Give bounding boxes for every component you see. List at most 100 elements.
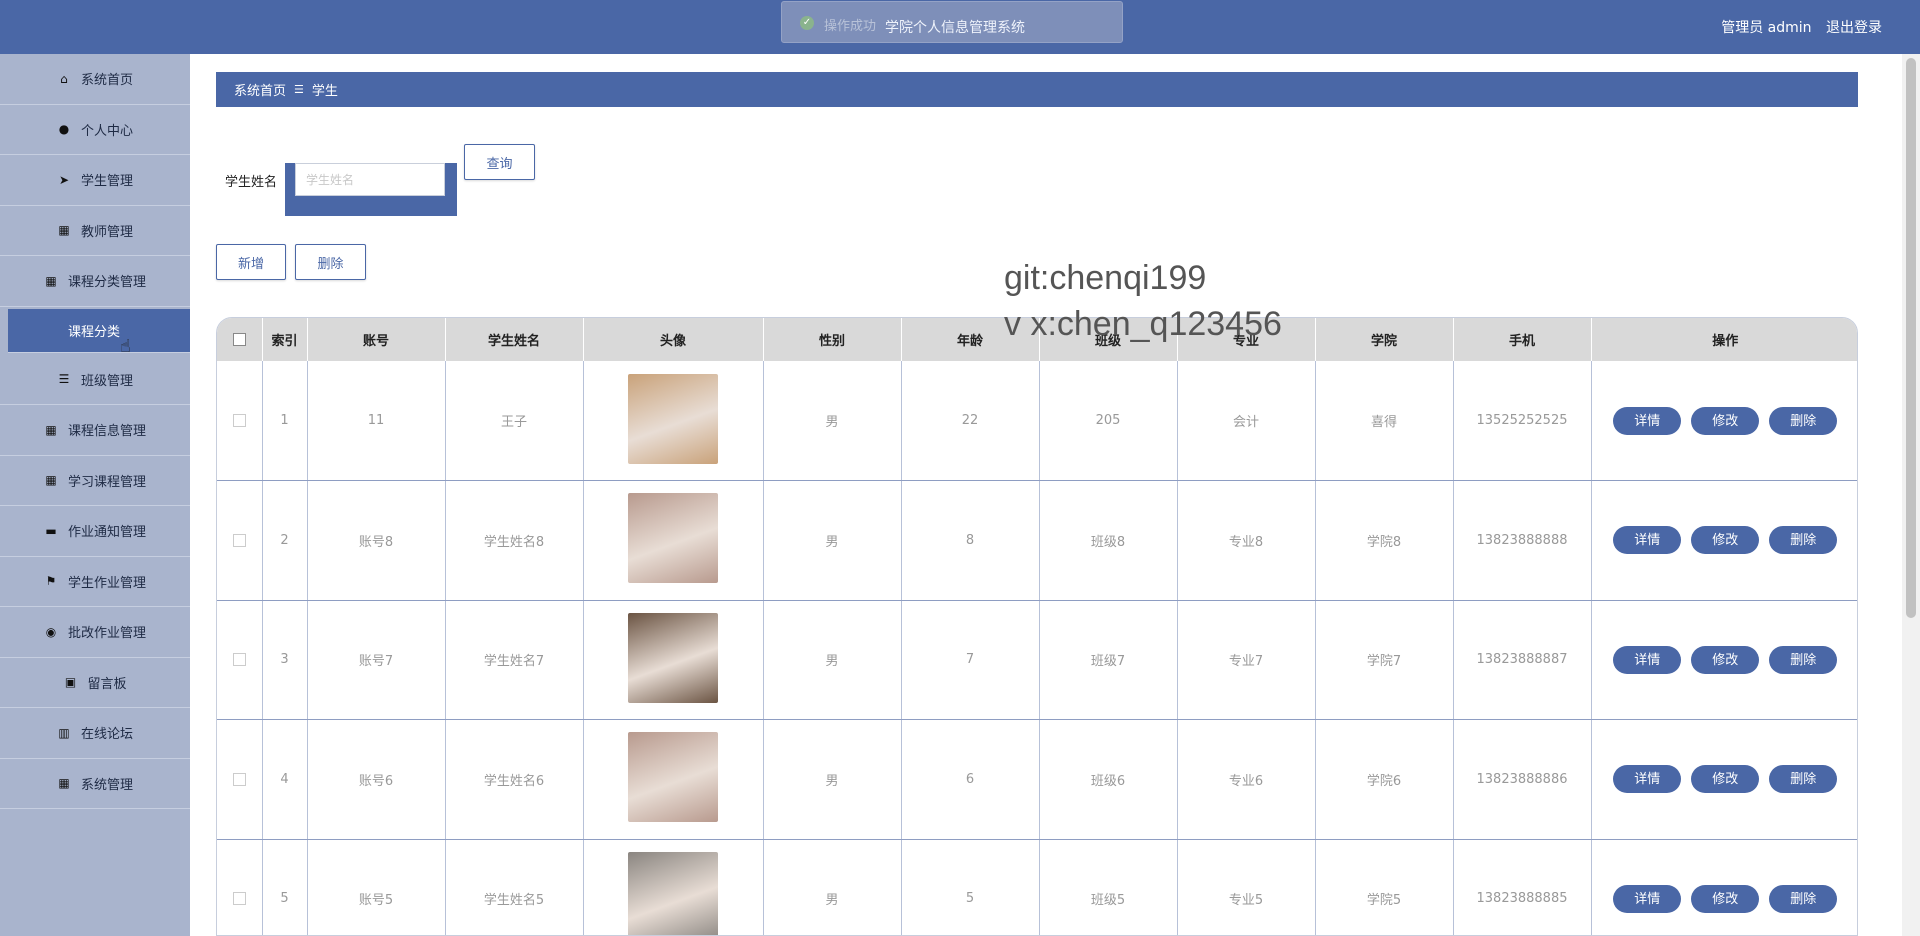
table-row: 5 账号5 学生姓名5 男 5 班级5 专业5 学院5 13823888885 详情 修改 删除 <box>217 839 1857 935</box>
cell-major: 专业7 <box>1177 600 1316 720</box>
avatar-cell <box>583 600 764 720</box>
sidebar-item-label: 课程信息管理 <box>67 424 146 440</box>
row-checkbox[interactable] <box>232 533 246 547</box>
sidebar-item-11[interactable]: ◉ 批改作业管理 <box>0 607 190 658</box>
select-all-checkbox[interactable] <box>232 333 246 346</box>
delete-button[interactable]: 删除 <box>1769 406 1838 435</box>
sidebar-item-9[interactable]: ▬ 作业通知管理 <box>0 506 190 557</box>
sidebar-item-7[interactable]: ▦ 课程信息管理 <box>0 405 190 456</box>
grid-icon: ▦ <box>45 473 57 488</box>
column-header: 学院 <box>1315 318 1454 361</box>
detail-button[interactable]: 详情 <box>1613 406 1682 435</box>
paper-plane-icon: ➤ <box>58 172 70 187</box>
row-select-cell <box>217 600 263 720</box>
sidebar-item-label: 课程分类 <box>68 324 121 340</box>
breadcrumb-separator-icon: ☰ <box>294 83 304 96</box>
sidebar-item-13[interactable]: ▥ 在线论坛 <box>0 708 190 759</box>
sidebar-item-4[interactable]: ▦ 课程分类管理 <box>0 256 190 307</box>
scrollbar-thumb[interactable] <box>1906 58 1916 618</box>
toast-message: 操作成功 <box>824 19 877 34</box>
detail-button[interactable]: 详情 <box>1613 765 1682 794</box>
cell-name: 学生姓名6 <box>445 719 584 840</box>
select-all-header[interactable] <box>217 318 263 361</box>
column-header: 索引 <box>262 318 308 361</box>
cell-phone: 13525252525 <box>1453 361 1592 481</box>
delete-button[interactable]: 删除 <box>1769 884 1838 913</box>
avatar <box>628 373 718 464</box>
sidebar-item-label: 班级管理 <box>80 373 133 389</box>
detail-button[interactable]: 详情 <box>1613 645 1682 674</box>
detail-button[interactable]: 详情 <box>1613 526 1682 555</box>
sidebar-item-2[interactable]: ➤ 学生管理 <box>0 155 190 206</box>
sidebar-item-label: 批改作业管理 <box>67 626 146 642</box>
cell-class: 班级7 <box>1039 600 1178 720</box>
cell-gender: 男 <box>763 600 902 720</box>
search-input-wrapper <box>285 163 458 216</box>
edit-button[interactable]: 修改 <box>1691 884 1760 913</box>
sidebar-item-12[interactable]: ▣ 留言板 <box>0 658 190 708</box>
detail-button[interactable]: 详情 <box>1613 884 1682 913</box>
row-actions-cell: 详情 修改 删除 <box>1591 839 1857 935</box>
sidebar-item-3[interactable]: ▦ 教师管理 <box>0 206 190 256</box>
logout-link[interactable]: 退出登录 <box>1826 20 1882 36</box>
grid-icon: ▦ <box>58 776 70 791</box>
sidebar-item-label: 在线论坛 <box>80 727 133 743</box>
sidebar-item-5[interactable]: 课程分类 <box>8 308 190 353</box>
edit-button[interactable]: 修改 <box>1691 645 1760 674</box>
cell-account: 账号6 <box>307 719 446 840</box>
top-bar: ✓ 操作成功 学院个人信息管理系统 管理员 admin 退出登录 <box>0 0 1920 54</box>
edit-button[interactable]: 修改 <box>1691 765 1760 794</box>
column-header: 操作 <box>1591 318 1857 361</box>
delete-button[interactable]: 删除 <box>1769 645 1838 674</box>
row-select-cell <box>217 361 263 481</box>
cell-phone: 13823888888 <box>1453 480 1592 601</box>
cell-name: 学生姓名7 <box>445 600 584 720</box>
sidebar-item-1[interactable]: ● 个人中心 <box>0 105 190 155</box>
row-checkbox[interactable] <box>232 772 246 786</box>
breadcrumb-home[interactable]: 系统首页 <box>234 80 286 99</box>
student-name-search-input[interactable] <box>295 163 446 196</box>
books-icon: ▥ <box>58 725 70 740</box>
row-checkbox[interactable] <box>232 653 246 667</box>
cell-college: 学院6 <box>1315 719 1454 840</box>
sidebar-item-10[interactable]: ⚑ 学生作业管理 <box>0 557 190 607</box>
column-header: 性别 <box>763 318 902 361</box>
delete-button[interactable]: 删除 <box>1769 765 1838 794</box>
app-title: 学院个人信息管理系统 <box>885 20 1025 36</box>
query-button[interactable]: 查询 <box>464 144 535 180</box>
delete-button[interactable]: 删除 <box>1769 526 1838 555</box>
cell-college: 喜得 <box>1315 361 1454 481</box>
row-checkbox[interactable] <box>232 414 246 427</box>
add-button[interactable]: 新增 <box>216 244 286 280</box>
edit-button[interactable]: 修改 <box>1691 406 1760 435</box>
grid-icon: ▦ <box>45 422 57 437</box>
edit-button[interactable]: 修改 <box>1691 526 1760 555</box>
row-actions-cell: 详情 修改 删除 <box>1591 480 1857 601</box>
search-label: 学生姓名 <box>225 175 278 190</box>
row-actions-cell: 详情 修改 删除 <box>1591 719 1857 840</box>
row-checkbox[interactable] <box>232 892 246 906</box>
sidebar-item-0[interactable]: ⌂ 系统首页 <box>0 54 190 105</box>
pin-icon: ◉ <box>45 624 57 639</box>
cell-age: 7 <box>901 600 1040 720</box>
user-label: 管理员 admin <box>1721 20 1812 36</box>
cell-college: 学院5 <box>1315 839 1454 935</box>
search-bar: 学生姓名 <box>225 145 458 216</box>
student-table: 索引 账号 学生姓名 头像 性别 年龄 班级 专业 学院 手机 操作 1 11 王子男 22 205 会计 喜得… <box>216 317 1858 936</box>
cell-account: 账号8 <box>307 480 446 601</box>
sidebar-item-8[interactable]: ▦ 学习课程管理 <box>0 456 190 506</box>
cell-age: 22 <box>901 361 1040 481</box>
cell-name: 学生姓名8 <box>445 480 584 601</box>
sidebar-item-6[interactable]: ☰ 班级管理 <box>0 355 190 405</box>
row-select-cell <box>217 719 263 840</box>
home-icon: ⌂ <box>60 71 68 86</box>
cell-gender: 男 <box>763 719 902 840</box>
breadcrumb: 系统首页 ☰ 学生 <box>216 72 1858 107</box>
cell-college: 学院7 <box>1315 600 1454 720</box>
cell-account: 账号5 <box>307 839 446 935</box>
sidebar-item-14[interactable]: ▦ 系统管理 <box>0 759 190 809</box>
batch-delete-button[interactable]: 删除 <box>295 244 366 280</box>
row-select-cell <box>217 480 263 601</box>
watermark-line-2: v x:chen_q123456 <box>1004 305 1282 343</box>
sidebar-item-label: 教师管理 <box>80 224 133 240</box>
